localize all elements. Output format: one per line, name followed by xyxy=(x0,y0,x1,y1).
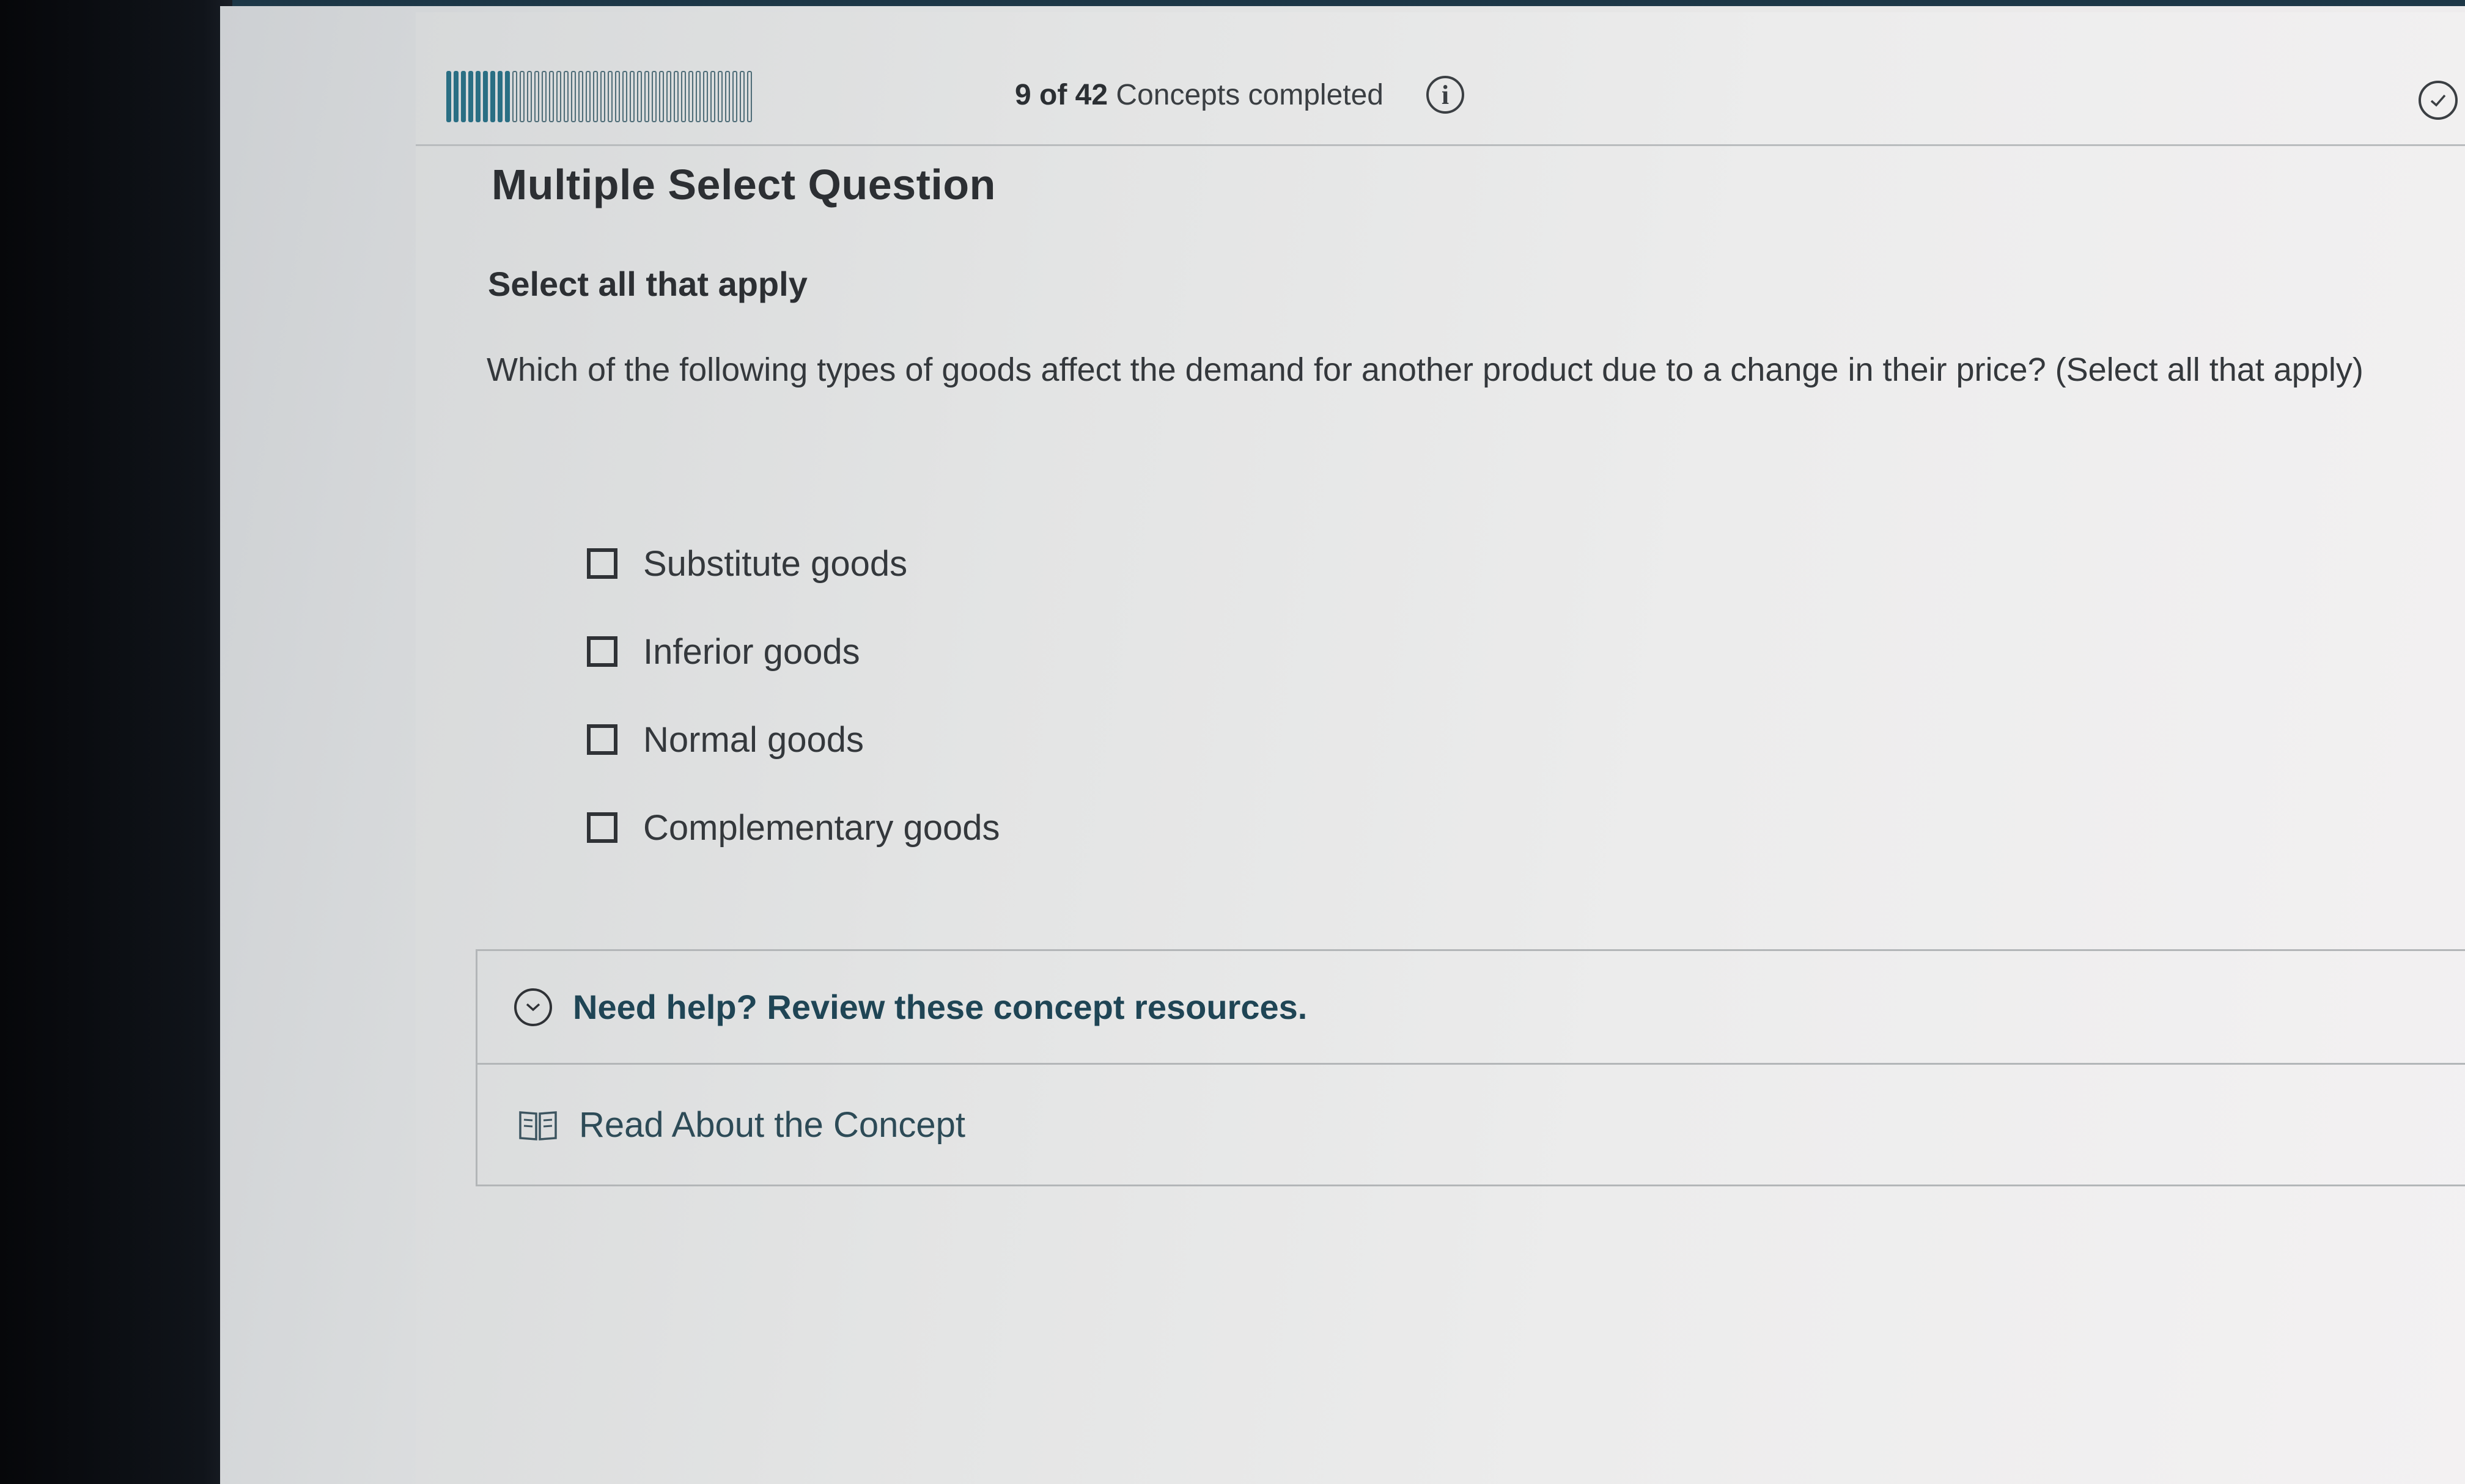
progress-segment-incomplete xyxy=(725,71,730,122)
progress-segment-complete xyxy=(483,71,488,122)
progress-segment-incomplete xyxy=(534,71,539,122)
progress-segment-complete xyxy=(468,71,473,122)
progress-segment-incomplete xyxy=(747,71,752,122)
help-title: Need help? Review these concept resource… xyxy=(573,988,1308,1026)
progress-segment-incomplete xyxy=(659,71,664,122)
progress-segment-complete xyxy=(490,71,495,122)
read-about-concept-link[interactable]: Read About the Concept xyxy=(579,1104,965,1145)
book-icon xyxy=(519,1111,557,1141)
progress-segment-incomplete xyxy=(666,71,671,122)
progress-text: 9 of 42 Concepts completed xyxy=(1015,78,1384,112)
checkbox[interactable] xyxy=(587,548,617,579)
progress-segment-incomplete xyxy=(520,71,525,122)
progress-segment-incomplete xyxy=(674,71,679,122)
option-normal-goods[interactable]: Normal goods xyxy=(587,696,1000,784)
progress-segment-incomplete xyxy=(652,71,657,122)
progress-segment-incomplete xyxy=(600,71,605,122)
option-label: Complementary goods xyxy=(643,807,1000,848)
progress-segment-incomplete xyxy=(644,71,649,122)
question-instructions: Select all that apply xyxy=(488,265,808,303)
question-type-heading: Multiple Select Question xyxy=(492,161,996,208)
progress-segment-incomplete xyxy=(593,71,598,122)
progress-segment-incomplete xyxy=(637,71,642,122)
checkbox[interactable] xyxy=(587,812,617,843)
progress-segment-incomplete xyxy=(740,71,745,122)
progress-segment-incomplete xyxy=(608,71,613,122)
checkbox[interactable] xyxy=(587,724,617,755)
progress-segment-complete xyxy=(476,71,481,122)
info-icon[interactable]: i xyxy=(1426,76,1464,114)
progress-segment-incomplete xyxy=(556,71,561,122)
progress-header: 9 of 42 Concepts completed i xyxy=(446,37,2465,153)
progress-segment-incomplete xyxy=(578,71,583,122)
progress-segment-incomplete xyxy=(512,71,517,122)
progress-segment-incomplete xyxy=(703,71,708,122)
progress-segment-incomplete xyxy=(527,71,532,122)
concept-resources-panel: Need help? Review these concept resource… xyxy=(476,949,2465,1186)
option-label: Substitute goods xyxy=(643,543,908,584)
header-divider xyxy=(416,144,2465,146)
chevron-down-icon xyxy=(526,1003,540,1011)
progress-segment-incomplete xyxy=(586,71,591,122)
progress-segment-incomplete xyxy=(710,71,715,122)
option-label: Normal goods xyxy=(643,719,864,760)
concept-resources-toggle[interactable]: Need help? Review these concept resource… xyxy=(477,951,2465,1065)
progress-segment-complete xyxy=(461,71,466,122)
chevron-down-circle-icon xyxy=(514,988,552,1026)
progress-segment-complete xyxy=(505,71,510,122)
progress-segment-incomplete xyxy=(696,71,701,122)
read-about-concept-row[interactable]: Read About the Concept xyxy=(477,1065,2465,1185)
question-prompt: Which of the following types of goods af… xyxy=(487,351,2364,388)
progress-segment-complete xyxy=(454,71,459,122)
progress-segment-incomplete xyxy=(630,71,635,122)
option-substitute-goods[interactable]: Substitute goods xyxy=(587,520,1000,608)
progress-segment-incomplete xyxy=(571,71,576,122)
progress-segment-incomplete xyxy=(564,71,569,122)
progress-suffix: Concepts completed xyxy=(1116,78,1384,111)
progress-segment-incomplete xyxy=(622,71,627,122)
progress-segment-incomplete xyxy=(732,71,737,122)
monitor-left-edge xyxy=(0,0,238,1484)
check-circle-icon[interactable] xyxy=(2419,81,2458,120)
answer-options: Substitute goods Inferior goods Normal g… xyxy=(587,520,1000,872)
progress-segment-incomplete xyxy=(549,71,554,122)
progress-segment-incomplete xyxy=(688,71,693,122)
progress-segment-incomplete xyxy=(542,71,547,122)
progress-segment-complete xyxy=(446,71,451,122)
progress-count: 9 of 42 xyxy=(1015,78,1108,111)
option-label: Inferior goods xyxy=(643,631,860,672)
checkbox[interactable] xyxy=(587,636,617,667)
option-complementary-goods[interactable]: Complementary goods xyxy=(587,784,1000,872)
progress-segment-incomplete xyxy=(615,71,620,122)
checkmark-icon xyxy=(2430,94,2446,107)
option-inferior-goods[interactable]: Inferior goods xyxy=(587,608,1000,696)
concept-progress-bar xyxy=(446,67,990,122)
progress-segment-incomplete xyxy=(718,71,723,122)
progress-segment-complete xyxy=(498,71,503,122)
progress-segment-incomplete xyxy=(681,71,686,122)
